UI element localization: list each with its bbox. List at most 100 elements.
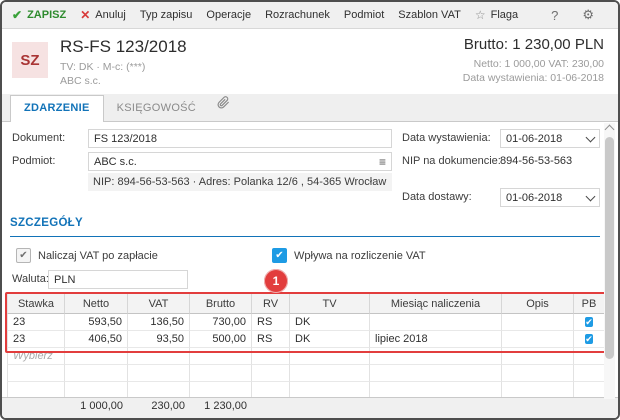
entity-label: Podmiot: [344, 9, 384, 21]
menu-icon[interactable]: ≡: [379, 155, 386, 169]
total-empty: [574, 400, 605, 412]
col-opis[interactable]: Opis: [502, 294, 574, 314]
delivery-date-dropdown[interactable]: 01-06-2018: [500, 188, 600, 207]
doc-nip-value: 894-56-53-563: [500, 155, 572, 167]
cell-empty: [7, 365, 65, 382]
entity-button[interactable]: Podmiot: [344, 9, 384, 21]
cell-empty: [190, 365, 252, 382]
save-button[interactable]: ✔ ZAPISZ: [12, 8, 66, 22]
table-empty-row: [7, 365, 605, 382]
gross-amount: Brutto: 1 230,00 PLN: [464, 36, 604, 53]
total-empty: [370, 400, 502, 412]
total-netto: 1 000,00: [65, 400, 128, 412]
cell-empty[interactable]: [370, 348, 502, 365]
record-type-button[interactable]: Typ zapisu: [140, 9, 193, 21]
cell-empty: [252, 365, 290, 382]
doc-nip-label: NIP na dokumencie:: [402, 155, 501, 167]
chevron-down-icon: [586, 132, 596, 142]
pb-checkbox[interactable]: ✔: [585, 334, 593, 344]
vat-on-payment-label: Naliczaj VAT po zapłacie: [38, 250, 158, 262]
vat-template-button[interactable]: Szablon VAT: [398, 9, 461, 21]
table-row[interactable]: 23 593,50 136,50 730,00 RS DK ✔: [7, 314, 605, 331]
cell-empty: [574, 365, 605, 382]
cell-stawka[interactable]: 23: [7, 314, 65, 331]
cell-vat[interactable]: 93,50: [128, 331, 190, 348]
cell-empty: [370, 365, 502, 382]
cell-empty[interactable]: [65, 348, 128, 365]
col-tv[interactable]: TV: [290, 294, 370, 314]
check-icon: ✔: [12, 8, 22, 22]
cancel-button[interactable]: ✕ Anuluj: [80, 8, 126, 22]
total-brutto: 1 230,00: [190, 400, 252, 412]
cell-vat[interactable]: 136,50: [128, 314, 190, 331]
cell-empty[interactable]: [190, 348, 252, 365]
flag-label: Flaga: [491, 9, 519, 21]
vat-on-payment-checkbox[interactable]: ✔: [16, 248, 31, 263]
x-icon: ✕: [80, 8, 90, 22]
currency-value: PLN: [54, 274, 75, 286]
issue-date-dropdown[interactable]: 01-06-2018: [500, 129, 600, 148]
col-rv[interactable]: RV: [252, 294, 290, 314]
document-input[interactable]: FS 123/2018: [88, 129, 392, 148]
annotation-badge: 1: [264, 269, 288, 293]
document-type-badge: SZ: [12, 42, 48, 78]
col-miesiac[interactable]: Miesiąc naliczenia: [370, 294, 502, 314]
table-row[interactable]: 23 406,50 93,50 500,00 RS DK lipiec 2018…: [7, 331, 605, 348]
operations-label: Operacje: [206, 9, 251, 21]
col-pb[interactable]: PB: [574, 294, 605, 314]
cell-netto[interactable]: 406,50: [65, 331, 128, 348]
vat-settlement-checkbox[interactable]: ✔: [272, 248, 287, 263]
cell-opis[interactable]: [502, 314, 574, 331]
help-button[interactable]: ?: [546, 8, 563, 23]
cell-miesiac[interactable]: lipiec 2018: [370, 331, 502, 348]
scrollbar-thumb[interactable]: [605, 137, 614, 359]
cell-empty[interactable]: [290, 348, 370, 365]
col-vat[interactable]: VAT: [128, 294, 190, 314]
settlement-button[interactable]: Rozrachunek: [265, 9, 330, 21]
total-empty: [502, 400, 574, 412]
cell-empty[interactable]: [252, 348, 290, 365]
gear-icon[interactable]: ⚙: [577, 7, 599, 23]
table-new-row[interactable]: Wybierz: [7, 348, 605, 365]
paperclip-icon[interactable]: [217, 96, 230, 114]
cell-brutto[interactable]: 730,00: [190, 314, 252, 331]
col-netto[interactable]: Netto: [65, 294, 128, 314]
cell-rv[interactable]: RS: [252, 314, 290, 331]
tab-bar: ZDARZENIE KSIĘGOWOŚĆ: [2, 94, 618, 122]
col-stawka[interactable]: Stawka: [7, 294, 65, 314]
new-row-placeholder[interactable]: Wybierz: [7, 348, 65, 365]
tab-ksiegowosc[interactable]: KSIĘGOWOŚĆ: [104, 96, 209, 121]
entity-info-bar: NIP: 894-56-53-563 · Adres: Polanka 12/6…: [88, 173, 392, 191]
cell-tv[interactable]: DK: [290, 331, 370, 348]
vat-table: Stawka Netto VAT Brutto RV TV Miesiąc na…: [7, 294, 605, 399]
operations-button[interactable]: Operacje: [206, 9, 251, 21]
pb-checkbox[interactable]: ✔: [585, 317, 593, 327]
document-value: FS 123/2018: [94, 133, 157, 145]
totals-footer: 1 000,00 230,00 1 230,00: [2, 397, 618, 418]
tab-zdarzenie[interactable]: ZDARZENIE: [10, 95, 104, 122]
flag-button[interactable]: ☆ Flaga: [475, 8, 518, 22]
cell-empty[interactable]: [502, 348, 574, 365]
toolbar: ✔ ZAPISZ ✕ Anuluj Typ zapisu Operacje Ro…: [2, 2, 618, 29]
cell-empty[interactable]: [128, 348, 190, 365]
cell-stawka[interactable]: 23: [7, 331, 65, 348]
maximize-button[interactable]: [613, 10, 620, 21]
chevron-down-icon: [586, 191, 596, 201]
cell-netto[interactable]: 593,50: [65, 314, 128, 331]
cell-miesiac[interactable]: [370, 314, 502, 331]
cell-brutto[interactable]: 500,00: [190, 331, 252, 348]
vat-settlement-label: Wpływa na rozliczenie VAT: [294, 250, 426, 262]
col-brutto[interactable]: Brutto: [190, 294, 252, 314]
cell-pb[interactable]: ✔: [574, 331, 605, 348]
currency-input[interactable]: PLN: [48, 270, 188, 289]
scroll-up-icon[interactable]: [605, 125, 615, 135]
cell-tv[interactable]: DK: [290, 314, 370, 331]
delivery-date-label: Data dostawy:: [402, 191, 472, 203]
cell-empty[interactable]: [574, 348, 605, 365]
entity-input[interactable]: ABC s.c. ≡: [88, 152, 392, 171]
vertical-scrollbar[interactable]: [604, 123, 615, 399]
total-empty: [290, 400, 370, 412]
cell-opis[interactable]: [502, 331, 574, 348]
cell-pb[interactable]: ✔: [574, 314, 605, 331]
cell-rv[interactable]: RS: [252, 331, 290, 348]
